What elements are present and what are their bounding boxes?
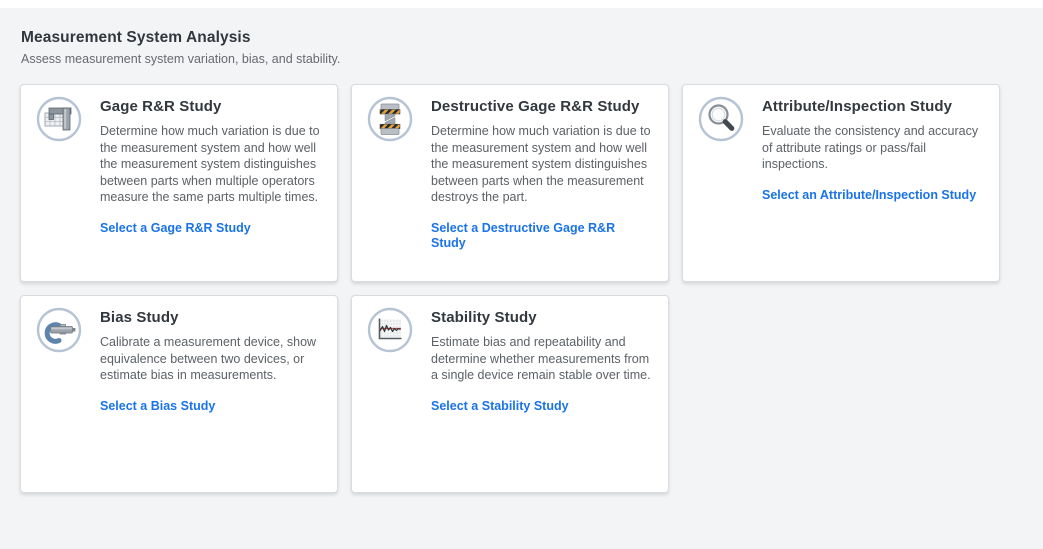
card-attribute-inspection-study: Attribute/Inspection Study Evaluate the … (682, 84, 1000, 282)
card-title: Stability Study (431, 308, 652, 327)
card-title: Destructive Gage R&R Study (431, 97, 652, 116)
top-strip (0, 0, 1043, 8)
destructive-specimen-icon (367, 96, 413, 142)
card-title: Attribute/Inspection Study (762, 97, 983, 116)
card-gage-rr-study: Gage R&R Study Determine how much variat… (20, 84, 338, 282)
card-description: Estimate bias and repeatability and dete… (431, 334, 652, 384)
card-title: Bias Study (100, 308, 321, 327)
card-title: Gage R&R Study (100, 97, 321, 116)
select-bias-study-link[interactable]: Select a Bias Study (100, 399, 215, 414)
magnifier-icon (698, 96, 744, 142)
card-bias-study: Bias Study Calibrate a measurement devic… (20, 295, 338, 493)
control-chart-icon (367, 307, 413, 353)
select-gage-rr-study-link[interactable]: Select a Gage R&R Study (100, 221, 251, 236)
card-description: Determine how much variation is due to t… (100, 123, 321, 206)
caliper-worksheet-icon (36, 96, 82, 142)
select-stability-study-link[interactable]: Select a Stability Study (431, 399, 569, 414)
card-description: Determine how much variation is due to t… (431, 123, 652, 206)
page-title: Measurement System Analysis (21, 28, 1043, 48)
select-attribute-inspection-study-link[interactable]: Select an Attribute/Inspection Study (762, 188, 976, 203)
select-destructive-gage-rr-study-link[interactable]: Select a Destructive Gage R&R Study (431, 221, 652, 251)
micrometer-icon (36, 307, 82, 353)
card-description: Calibrate a measurement device, show equ… (100, 334, 321, 384)
card-destructive-gage-rr-study: Destructive Gage R&R Study Determine how… (351, 84, 669, 282)
card-stability-study: Stability Study Estimate bias and repeat… (351, 295, 669, 493)
page-subtitle: Assess measurement system variation, bia… (21, 52, 1043, 67)
study-card-grid: Gage R&R Study Determine how much variat… (20, 84, 1000, 493)
card-description: Evaluate the consistency and accuracy of… (762, 123, 983, 173)
